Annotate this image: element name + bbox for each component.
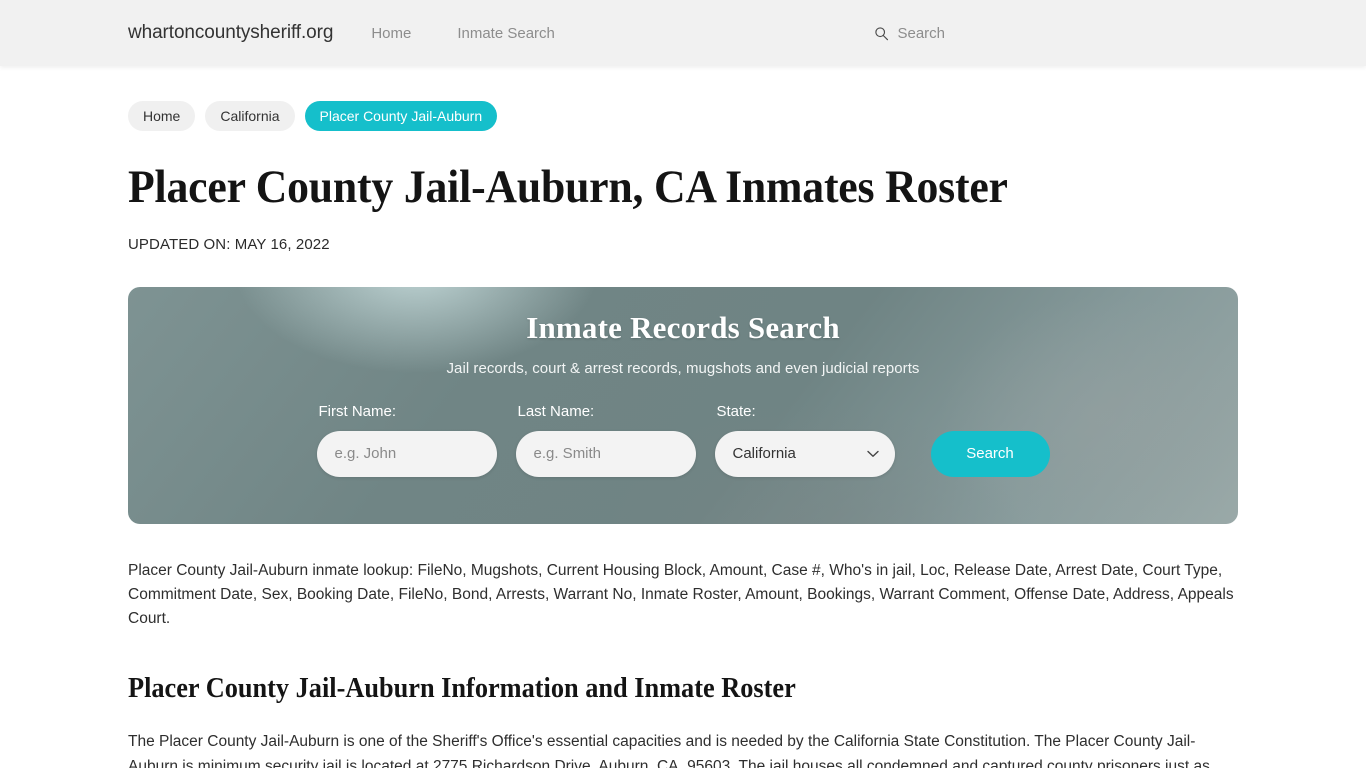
state-select-wrap: California [714, 430, 895, 477]
breadcrumb-item-california[interactable]: California [205, 101, 295, 131]
section-heading: Placer County Jail-Auburn Information an… [128, 672, 796, 704]
search-card-subtitle: Jail records, court & arrest records, mu… [446, 359, 920, 377]
first-name-field-group: First Name: [316, 402, 497, 477]
search-icon [874, 26, 889, 41]
nav-item-inmate-search[interactable]: Inmate Search [457, 25, 555, 42]
updated-on-text: UPDATED ON: MAY 16, 2022 [128, 235, 330, 253]
last-name-label: Last Name: [517, 402, 595, 420]
state-select[interactable]: California [714, 430, 895, 477]
lookup-paragraph: Placer County Jail-Auburn inmate lookup:… [128, 561, 1234, 627]
search-card-title: Inmate Records Search [526, 309, 840, 345]
site-logo[interactable]: whartoncountysheriff.org [128, 22, 333, 44]
last-name-input[interactable] [515, 430, 696, 477]
breadcrumb-item-current[interactable]: Placer County Jail-Auburn [304, 101, 498, 131]
header-search-trigger[interactable]: Search [874, 25, 1238, 42]
inmate-search-form: First Name: Last Name: State: California [316, 402, 1050, 477]
state-label: State: [716, 402, 756, 420]
state-field-group: State: California [714, 402, 895, 477]
site-header: whartoncountysheriff.org Home Inmate Sea… [0, 0, 1366, 66]
section-paragraph: The Placer County Jail-Auburn is one of … [128, 732, 1210, 768]
inmate-records-search-card: Inmate Records Search Jail records, cour… [128, 286, 1238, 524]
breadcrumb-item-home[interactable]: Home [128, 101, 196, 131]
primary-nav: Home Inmate Search [371, 25, 555, 42]
breadcrumb: Home California Placer County Jail-Aubur… [128, 66, 1238, 131]
search-card-inner: Inmate Records Search Jail records, cour… [128, 287, 1238, 524]
first-name-input[interactable] [316, 430, 497, 477]
page-title: Placer County Jail-Auburn, CA Inmates Ro… [128, 161, 1008, 213]
page-content: Home California Placer County Jail-Aubur… [0, 66, 1366, 768]
header-search-label: Search [897, 24, 945, 42]
nav-item-home[interactable]: Home [371, 25, 411, 42]
header-inner: whartoncountysheriff.org Home Inmate Sea… [0, 22, 1366, 44]
search-submit-button[interactable]: Search [930, 430, 1050, 477]
last-name-field-group: Last Name: [515, 402, 696, 477]
first-name-label: First Name: [318, 402, 397, 420]
